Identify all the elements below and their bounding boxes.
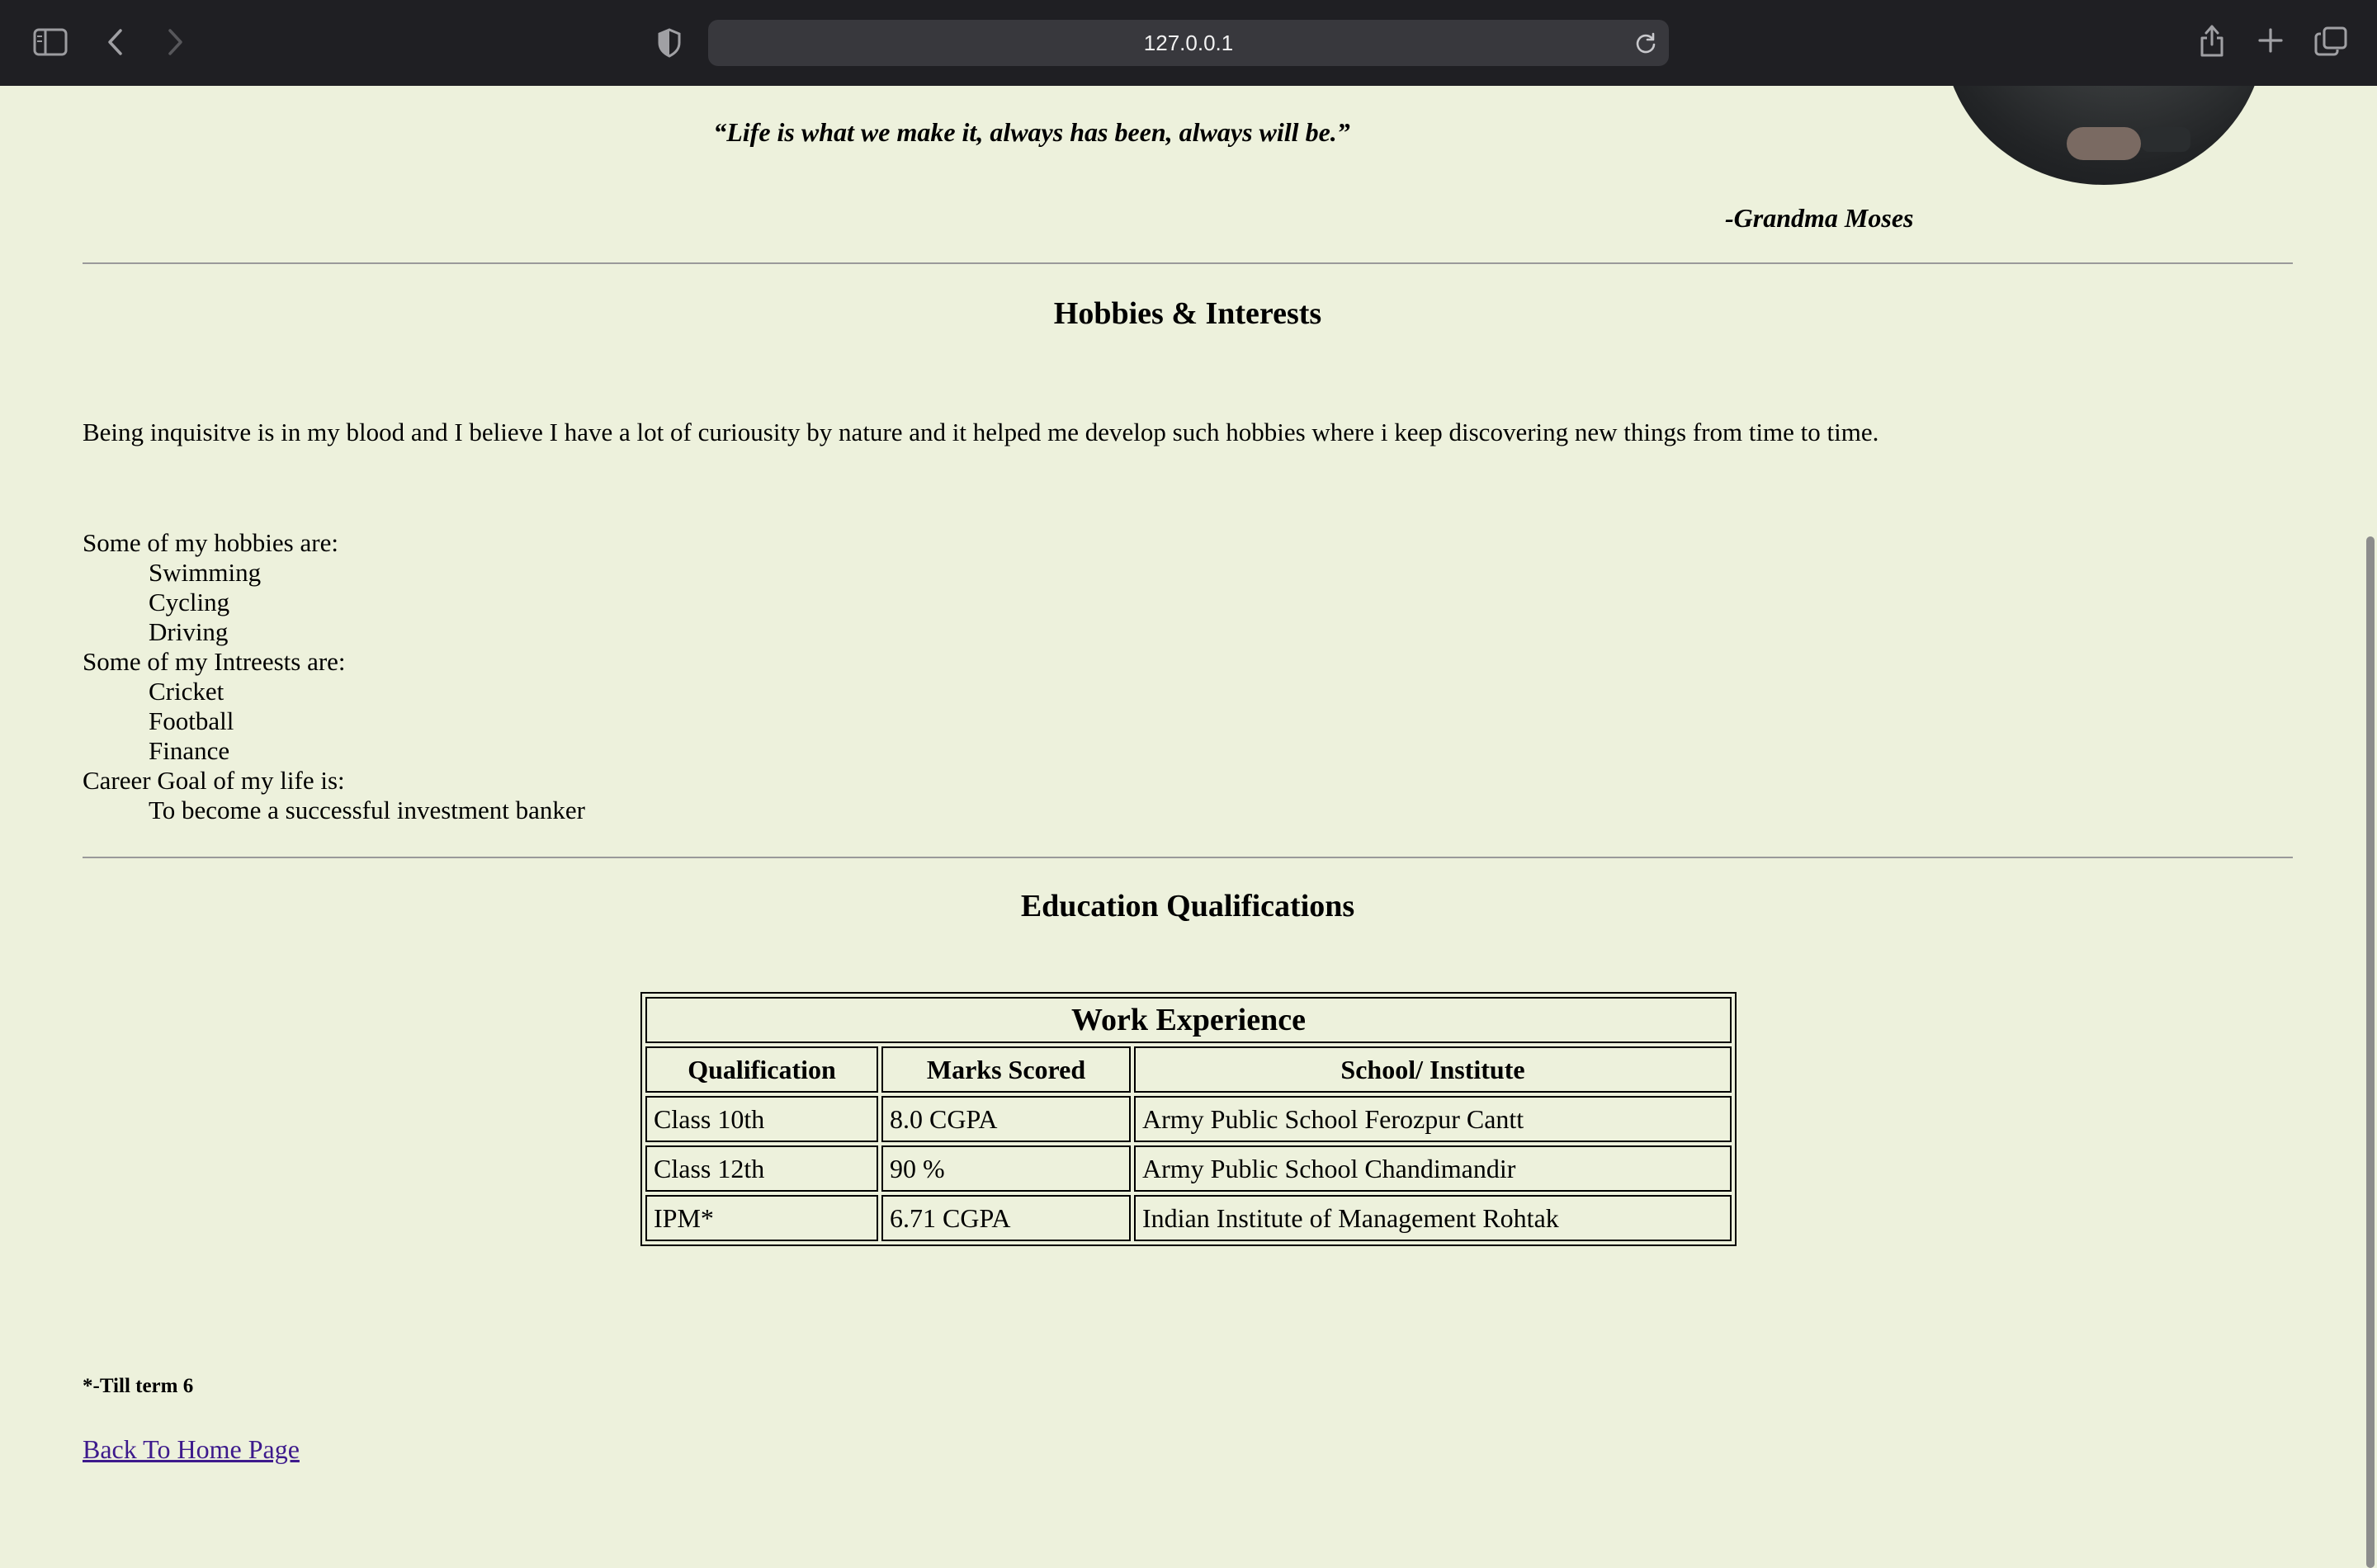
list-item: Football — [149, 706, 234, 735]
table-header-row: Qualification Marks Scored School/ Insti… — [645, 1046, 1732, 1093]
education-heading: Education Qualifications — [1020, 889, 1355, 923]
footnote: *-Till term 6 — [83, 1375, 194, 1397]
new-tab-icon[interactable] — [2256, 26, 2285, 54]
list-item: Driving — [149, 617, 229, 646]
column-header: School/ Institute — [1134, 1046, 1732, 1093]
scrollbar-thumb[interactable] — [2366, 536, 2375, 1568]
share-icon[interactable] — [2199, 23, 2225, 58]
table-cell: 90 % — [881, 1145, 1131, 1192]
back-icon[interactable] — [106, 28, 125, 56]
hobbies-intro: Being inquisitve is in my blood and I be… — [83, 418, 1879, 446]
page-content: “Life is what we make it, always has bee… — [0, 86, 2364, 1485]
tabs-overview-icon[interactable] — [2314, 26, 2347, 56]
table-cell: Class 12th — [645, 1145, 878, 1192]
reload-icon[interactable] — [1634, 31, 1657, 59]
list-item: Cricket — [149, 677, 224, 706]
table-cell: 8.0 CGPA — [881, 1096, 1131, 1142]
column-header: Qualification — [645, 1046, 878, 1093]
hobbies-list-block: Some of my hobbies are: Swimming Cycling… — [83, 528, 585, 825]
table-caption: Work Experience — [645, 997, 1732, 1043]
table-row: Class 10th 8.0 CGPA Army Public School F… — [645, 1096, 1732, 1142]
divider — [83, 262, 2293, 264]
quote-text: “Life is what we make it, always has bee… — [713, 117, 1350, 147]
address-bar[interactable]: 127.0.0.1 — [708, 20, 1669, 66]
divider — [83, 857, 2293, 858]
career-goal: To become a successful investment banker — [149, 796, 585, 824]
interests-label: Some of my Intreests are: — [83, 647, 346, 676]
table-cell: Indian Institute of Management Rohtak — [1134, 1195, 1732, 1241]
browser-toolbar: 127.0.0.1 — [0, 0, 2377, 86]
hobbies-label: Some of my hobbies are: — [83, 528, 338, 557]
list-item: Finance — [149, 736, 230, 765]
education-table: Work Experience Qualification Marks Scor… — [640, 992, 1737, 1246]
shield-icon[interactable] — [657, 28, 682, 58]
url-text[interactable]: 127.0.0.1 — [708, 20, 1669, 66]
table-cell: Class 10th — [645, 1096, 878, 1142]
table-row: Class 12th 90 % Army Public School Chand… — [645, 1145, 1732, 1192]
table-cell: Army Public School Chandimandir — [1134, 1145, 1732, 1192]
forward-icon[interactable] — [165, 28, 185, 56]
hobbies-heading: Hobbies & Interests — [1053, 296, 1322, 331]
list-item: Cycling — [149, 588, 230, 616]
table-cell: 6.71 CGPA — [881, 1195, 1131, 1241]
list-item: Swimming — [149, 558, 262, 587]
back-to-home-link[interactable]: Back To Home Page — [83, 1434, 300, 1465]
quote-author: -Grandma Moses — [1725, 203, 1914, 233]
column-header: Marks Scored — [881, 1046, 1131, 1093]
career-label: Career Goal of my life is: — [83, 766, 345, 795]
sidebar-icon[interactable] — [33, 28, 68, 56]
table-row: IPM* 6.71 CGPA Indian Institute of Manag… — [645, 1195, 1732, 1241]
table-cell: IPM* — [645, 1195, 878, 1241]
scrollbar[interactable] — [2364, 86, 2377, 1568]
table-cell: Army Public School Ferozpur Cantt — [1134, 1096, 1732, 1142]
